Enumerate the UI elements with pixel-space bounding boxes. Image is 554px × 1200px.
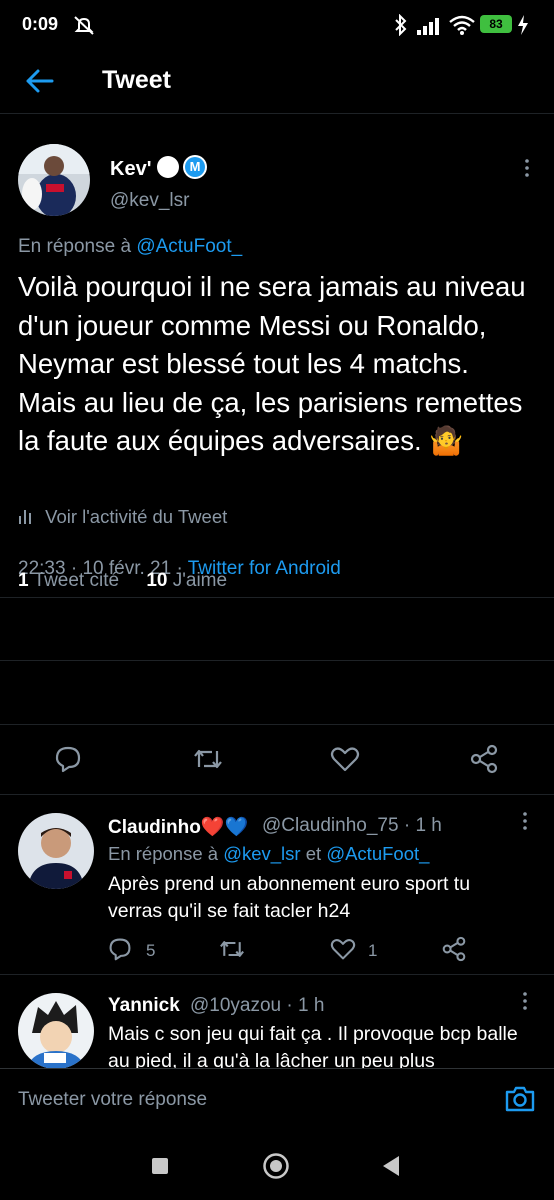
status-bar: 0:09 83 [0, 0, 554, 48]
reply-icon[interactable] [54, 745, 82, 773]
reply-author-name[interactable]: Yannick [108, 995, 180, 1017]
bluetooth-icon [395, 14, 407, 36]
back-arrow-icon[interactable] [24, 66, 56, 96]
signal-icon [417, 18, 439, 35]
home-button[interactable] [262, 1152, 290, 1180]
author-handle[interactable]: @kev_lsr [110, 190, 189, 212]
reply-input[interactable]: Tweeter votre réponse [18, 1089, 207, 1111]
reply-to-link[interactable]: @kev_lsr [223, 843, 300, 864]
charging-icon [518, 15, 528, 35]
m-badge-icon: M [183, 155, 207, 179]
camera-icon[interactable] [504, 1083, 536, 1115]
divider [0, 597, 554, 598]
quote-stat[interactable]: 1 Tweet cité [18, 570, 124, 591]
quote-count: 1 [18, 570, 29, 591]
back-button[interactable] [380, 1154, 402, 1178]
tweet-text: Voilà pourquoi il ne sera jamais au nive… [18, 271, 526, 456]
reply-count: 5 [146, 941, 156, 960]
share-icon[interactable] [442, 936, 466, 962]
reply-tweet[interactable]: Claudinho❤️💙 @Claudinho_75 · 1 h En répo… [0, 795, 554, 973]
reply-context: En réponse à @ActuFoot_ [18, 236, 242, 258]
reply-prefix: En réponse à [18, 236, 132, 257]
reply-context: En réponse à @kev_lsr et @ActuFoot_ [108, 843, 429, 865]
do-not-disturb-icon [74, 16, 94, 35]
reply-prefix: En réponse à [108, 843, 219, 864]
white-circle-icon [157, 156, 179, 178]
reply-to-link[interactable]: @ActuFoot_ [326, 843, 429, 864]
more-options-icon[interactable] [520, 991, 530, 1011]
divider [0, 724, 554, 725]
like-label: J'aime [172, 570, 228, 591]
reply-text: Après prend un abonnement euro sport tu … [108, 873, 471, 922]
activity-label: Voir l'activité du Tweet [45, 506, 228, 527]
author-name[interactable]: Kev' [110, 158, 151, 181]
system-nav-bar [0, 1130, 554, 1200]
like-icon[interactable] [330, 745, 360, 773]
like-count: 10 [146, 570, 168, 591]
m-badge-letter: M [185, 157, 205, 177]
page-title: Tweet [102, 66, 171, 94]
like-stat[interactable]: 10 J'aime [146, 570, 227, 591]
wifi-icon [449, 15, 475, 35]
reply-composer: Tweeter votre réponse [0, 1068, 554, 1130]
reply-text: Mais c son jeu qui fait ça . Il provoque… [108, 1023, 518, 1068]
reply-avatar[interactable] [18, 993, 94, 1068]
reply-and: et [305, 843, 322, 864]
reply-author-handle[interactable]: @10yazou · 1 h [190, 995, 324, 1017]
status-time: 0:09 [22, 14, 59, 34]
battery-icon: 83 [480, 15, 512, 33]
tweet-stats: 1 Tweet cité 10 J'aime [18, 570, 227, 592]
retweet-icon[interactable] [192, 745, 224, 773]
reply-to-link[interactable]: @ActuFoot_ [136, 236, 242, 257]
quote-label: Tweet cité [33, 570, 120, 591]
recents-button[interactable] [152, 1158, 168, 1174]
battery-level: 83 [489, 17, 503, 31]
tweet-activity-link[interactable]: Voir l'activité du Tweet [18, 506, 227, 528]
retweet-icon[interactable] [218, 937, 246, 961]
divider [0, 660, 554, 661]
share-icon[interactable] [470, 744, 498, 774]
more-options-icon[interactable] [520, 811, 530, 831]
author-avatar[interactable] [18, 144, 90, 216]
reply-tweet[interactable]: Yannick @10yazou · 1 h Mais c son jeu qu… [0, 975, 554, 1068]
reply-icon[interactable] [108, 937, 132, 961]
more-options-icon[interactable] [522, 158, 532, 178]
reply-author-name[interactable]: Claudinho❤️💙 [108, 815, 248, 839]
reply-avatar[interactable] [18, 813, 94, 889]
like-count: 1 [368, 941, 378, 960]
reply-author-handle[interactable]: @Claudinho_75 · 1 h [262, 815, 442, 837]
like-icon[interactable] [330, 937, 356, 961]
app-header: Tweet [0, 48, 554, 114]
bar-chart-icon [19, 510, 31, 524]
